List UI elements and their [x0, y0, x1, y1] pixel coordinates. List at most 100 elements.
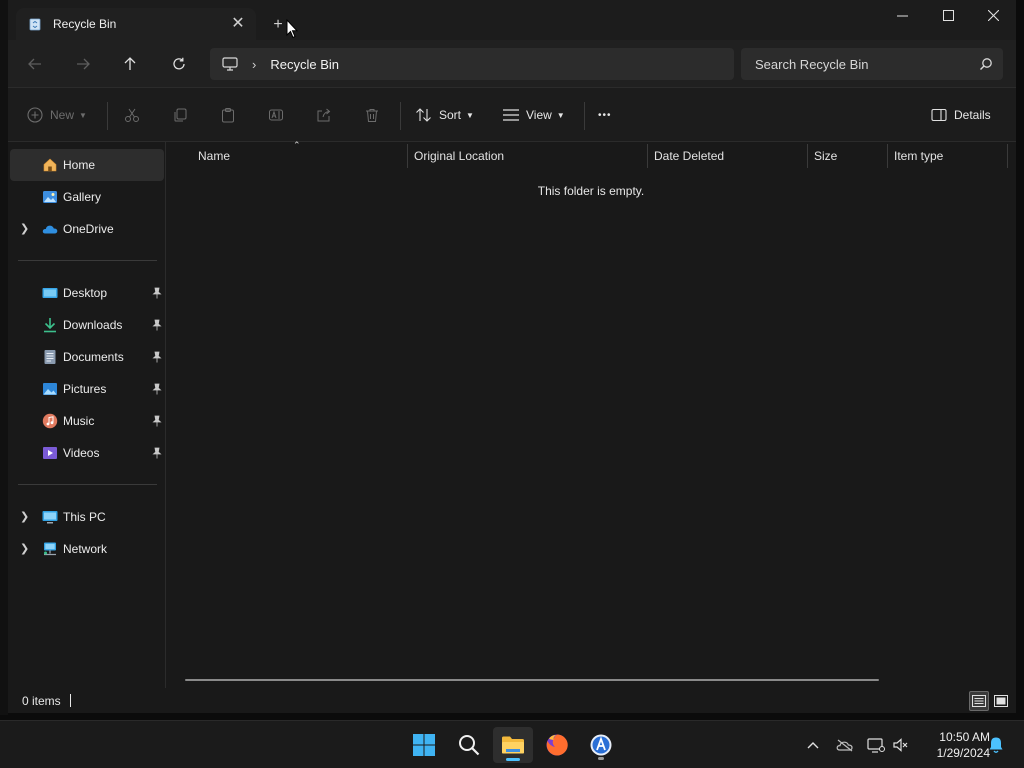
pin-icon[interactable] — [152, 383, 162, 395]
horizontal-scrollbar[interactable] — [185, 679, 879, 681]
pin-icon[interactable] — [152, 351, 162, 363]
active-indicator — [506, 758, 520, 761]
up-button[interactable] — [116, 52, 144, 76]
status-divider — [70, 694, 71, 707]
tab-recycle-bin[interactable]: Recycle Bin ✕ — [16, 8, 256, 40]
bell-icon — [989, 737, 1003, 753]
close-icon — [987, 9, 999, 21]
sidebar-item-music[interactable]: Music — [10, 405, 164, 437]
firefox-taskbar-button[interactable] — [537, 727, 577, 763]
column-header-size[interactable]: Size — [814, 146, 837, 166]
view-list-icon — [502, 106, 520, 124]
sidebar-item-documents[interactable]: Documents — [10, 341, 164, 373]
delete-button[interactable] — [363, 104, 381, 126]
tab-close-icon[interactable]: ✕ — [228, 14, 248, 34]
sidebar-item-label: This PC — [63, 510, 106, 524]
app-taskbar-button[interactable] — [581, 727, 621, 763]
system-clock[interactable]: 10:50 AM 1/29/2024 — [916, 729, 990, 761]
column-header-item-type[interactable]: Item type — [894, 146, 943, 166]
breadcrumb-separator[interactable]: › — [252, 57, 256, 72]
cut-button[interactable] — [123, 104, 141, 126]
chevron-down-icon: ▼ — [466, 110, 474, 120]
chevron-right-icon[interactable]: ❯ — [20, 510, 29, 523]
gallery-icon — [43, 191, 57, 203]
search-input[interactable]: Search Recycle Bin — [755, 57, 868, 72]
divider — [107, 102, 108, 130]
sidebar-item-this-pc[interactable]: ❯ This PC — [10, 501, 164, 533]
details-pane-icon — [930, 106, 948, 124]
network-icon — [44, 542, 56, 556]
column-divider[interactable] — [807, 144, 808, 168]
sidebar-item-videos[interactable]: Videos — [10, 437, 164, 469]
folder-icon — [502, 736, 524, 754]
refresh-icon — [173, 57, 185, 70]
more-options-button[interactable]: ••• — [598, 104, 612, 126]
refresh-button[interactable] — [165, 52, 193, 76]
sort-button[interactable]: Sort ▼ — [415, 104, 474, 126]
divider — [400, 102, 401, 130]
column-divider[interactable] — [407, 144, 408, 168]
address-bar[interactable]: › Recycle Bin — [210, 48, 734, 80]
windows-logo-icon — [413, 734, 435, 756]
forward-button[interactable] — [69, 52, 97, 76]
chevron-up-icon — [807, 742, 819, 749]
sidebar-item-desktop[interactable]: Desktop — [10, 277, 164, 309]
maximize-button[interactable] — [925, 0, 971, 30]
file-explorer-taskbar-button[interactable] — [493, 727, 533, 763]
sidebar-item-network[interactable]: ❯ Network — [10, 533, 164, 565]
sidebar-item-downloads[interactable]: Downloads — [10, 309, 164, 341]
rename-button[interactable] — [267, 104, 285, 126]
notifications-button[interactable] — [986, 735, 1006, 755]
pin-icon[interactable] — [152, 287, 162, 299]
pin-icon[interactable] — [152, 415, 162, 427]
minimize-button[interactable] — [879, 0, 925, 30]
share-button[interactable] — [315, 104, 333, 126]
arrow-left-icon — [28, 58, 41, 70]
sidebar-item-label: Downloads — [63, 318, 123, 332]
chevron-right-icon[interactable]: ❯ — [20, 222, 29, 235]
cloud-icon — [42, 225, 58, 234]
show-hidden-icons-button[interactable] — [803, 735, 823, 755]
sidebar-item-home[interactable]: Home — [10, 149, 164, 181]
view-button[interactable]: View ▼ — [502, 104, 565, 126]
maximize-icon — [942, 9, 954, 21]
column-divider[interactable] — [887, 144, 888, 168]
close-window-button[interactable] — [970, 0, 1016, 30]
back-button[interactable] — [21, 52, 49, 76]
download-icon — [44, 318, 56, 333]
paste-button[interactable] — [219, 104, 237, 126]
sidebar-item-onedrive[interactable]: ❯ OneDrive — [10, 213, 164, 245]
recycle-bin-icon — [29, 18, 41, 31]
column-header-date-deleted[interactable]: Date Deleted — [654, 146, 724, 166]
search-box[interactable]: Search Recycle Bin — [741, 48, 1003, 80]
sidebar-item-pictures[interactable]: Pictures — [10, 373, 164, 405]
column-divider[interactable] — [647, 144, 648, 168]
large-icons-view-button[interactable] — [991, 691, 1011, 711]
monitor-icon — [222, 57, 238, 71]
column-header-name[interactable]: Name — [198, 146, 230, 166]
file-list: ⌃ Name Original Location Date Deleted Si… — [166, 140, 1016, 688]
title-bar: Recycle Bin ✕ + — [8, 0, 1016, 40]
sidebar-item-gallery[interactable]: Gallery — [10, 181, 164, 213]
volume-tray-button[interactable] — [891, 735, 911, 755]
details-pane-button[interactable]: Details — [930, 104, 991, 126]
pin-icon[interactable] — [152, 447, 162, 459]
details-view-button[interactable] — [969, 691, 989, 711]
start-button[interactable] — [404, 727, 444, 763]
network-tray-button[interactable] — [866, 735, 886, 755]
onedrive-tray-button[interactable] — [835, 735, 855, 755]
search-taskbar-button[interactable] — [449, 727, 489, 763]
desktop-background — [0, 0, 8, 715]
pin-icon[interactable] — [152, 319, 162, 331]
column-divider[interactable] — [1007, 144, 1008, 168]
empty-folder-message: This folder is empty. — [537, 184, 645, 198]
status-bar: 0 items — [8, 688, 1016, 713]
new-button[interactable]: New ▼ — [26, 104, 87, 126]
file-explorer-window: Recycle Bin ✕ + › Recycle Bin Search Rec… — [8, 0, 1016, 713]
copy-button[interactable] — [171, 104, 189, 126]
clock-date: 1/29/2024 — [936, 746, 990, 760]
network-status-icon — [867, 738, 885, 753]
column-header-original-location[interactable]: Original Location — [414, 146, 504, 166]
breadcrumb-recycle-bin[interactable]: Recycle Bin — [270, 57, 339, 72]
chevron-right-icon[interactable]: ❯ — [20, 542, 29, 555]
